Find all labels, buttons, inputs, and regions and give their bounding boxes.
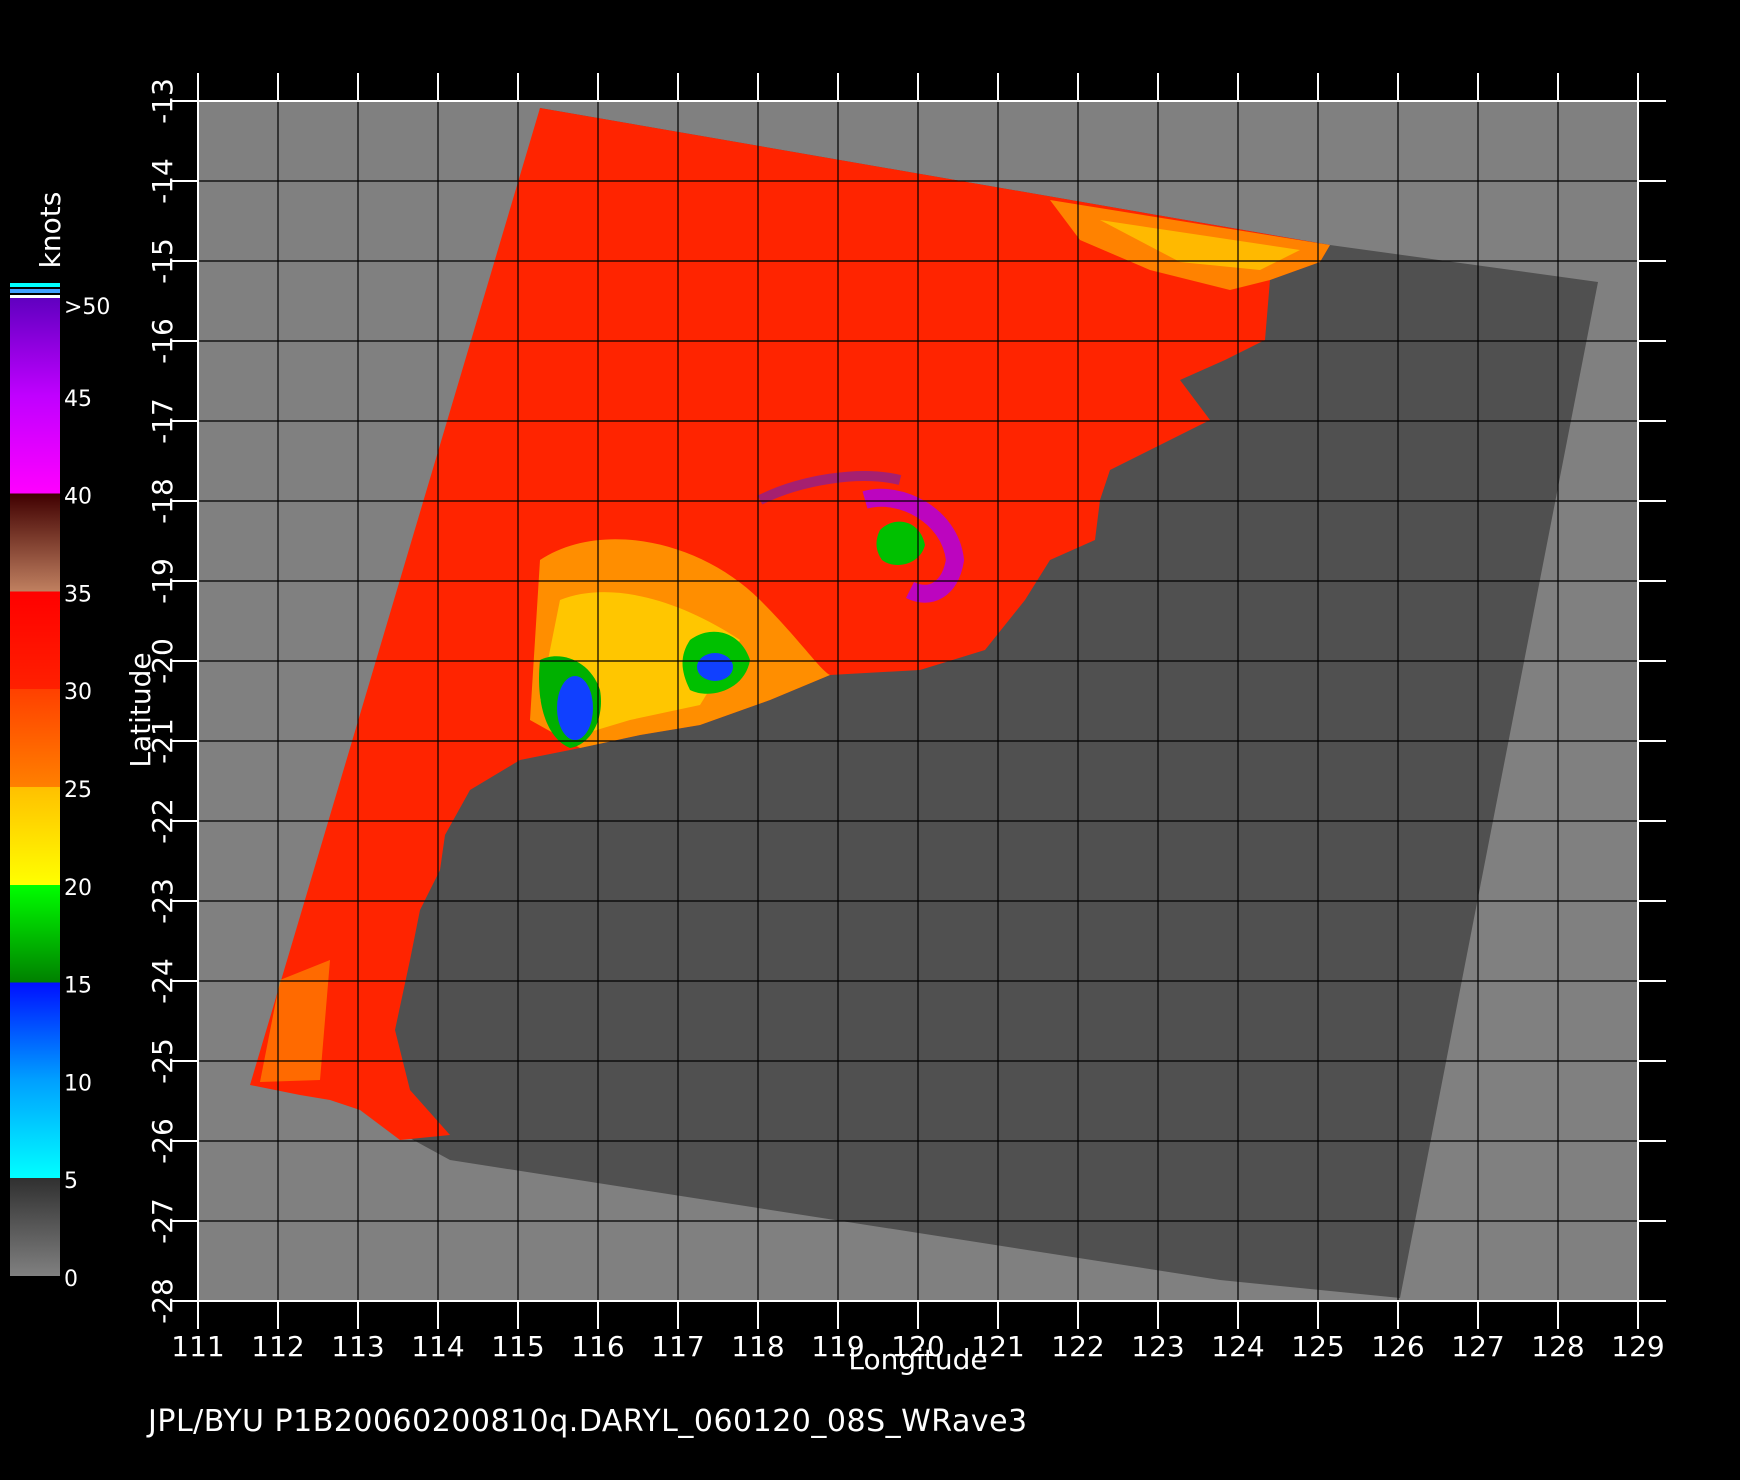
colorbar-top-stripes-3 (10, 295, 60, 298)
x-tick-label: 115 (491, 1330, 544, 1363)
colorbar-label: 10 (64, 1071, 92, 1096)
x-tick-label: 118 (731, 1330, 784, 1363)
y-tick-label: -18 (146, 478, 179, 524)
x-axis-label: Longitude (848, 1343, 987, 1376)
x-tick-label: 129 (1611, 1330, 1664, 1363)
x-tick-label: 114 (411, 1330, 464, 1363)
colorbar-label: 30 (64, 680, 92, 705)
colorbar-label: 0 (64, 1267, 78, 1292)
colorbar-label: 40 (64, 485, 92, 510)
wind-zone-calm (557, 676, 593, 740)
x-tick-label: 112 (251, 1330, 304, 1363)
colorbar-label: 20 (64, 876, 92, 901)
y-tick-label: -23 (146, 878, 179, 924)
x-tick-label: 128 (1531, 1330, 1584, 1363)
y-tick-label: -16 (146, 318, 179, 364)
wind-map-figure: 111 112 113 114 115 116 117 118 119 120 121 122 123 1… (10, 73, 1666, 1376)
colorbar-label: 15 (64, 974, 92, 999)
x-tick-label: 117 (651, 1330, 704, 1363)
colorbar-label: 5 (64, 1169, 78, 1194)
x-tick-label: 123 (1131, 1330, 1184, 1363)
colorbar (10, 298, 60, 1276)
y-tick-label: -28 (146, 1278, 179, 1324)
colorbar-unit-label: knots (34, 192, 67, 269)
y-tick-label: -17 (146, 398, 179, 444)
colorbar-label: 45 (64, 387, 92, 412)
colorbar-top-stripes (10, 283, 60, 287)
x-tick-label: 111 (171, 1330, 224, 1363)
x-tick-label: 124 (1211, 1330, 1264, 1363)
y-tick-label: -22 (146, 798, 179, 844)
colorbar-label: 25 (64, 778, 92, 803)
y-tick-label: -25 (146, 1038, 179, 1084)
x-tick-label: 126 (1371, 1330, 1424, 1363)
y-tick-label: -15 (146, 238, 179, 284)
colorbar-labels: >50 45 40 35 30 25 20 15 10 5 0 (64, 295, 110, 1292)
x-tick-label: 125 (1291, 1330, 1344, 1363)
figure-title: JPL/BYU P1B20060200810q.DARYL_060120_08S… (148, 1404, 1028, 1439)
y-tick-label: -13 (146, 78, 179, 124)
wind-zone-calm-2 (697, 653, 733, 681)
y-tick-label: -27 (146, 1198, 179, 1244)
x-tick-label: 127 (1451, 1330, 1504, 1363)
y-tick-label: -26 (146, 1118, 179, 1164)
x-tick-label: 113 (331, 1330, 384, 1363)
y-tick-label: -19 (146, 558, 179, 604)
y-axis-label: Latitude (124, 652, 157, 767)
colorbar-top-stripes-2 (10, 289, 60, 293)
colorbar-label: >50 (64, 295, 110, 320)
colorbar-label: 35 (64, 582, 92, 607)
y-tick-label: -14 (146, 158, 179, 204)
x-tick-label: 122 (1051, 1330, 1104, 1363)
y-tick-label: -24 (146, 958, 179, 1004)
x-tick-label: 116 (571, 1330, 624, 1363)
